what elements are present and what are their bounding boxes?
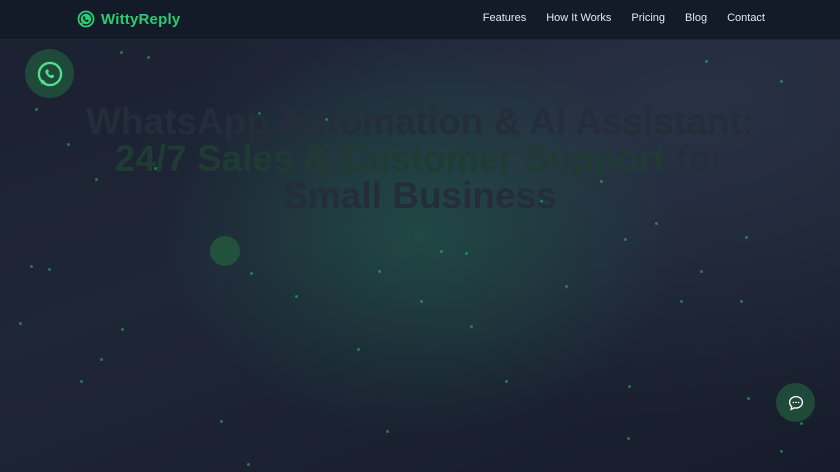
particle-dot: [35, 108, 38, 111]
whatsapp-icon: [77, 10, 95, 28]
particle-dot: [705, 60, 708, 63]
brand-name: WittyReply: [101, 10, 181, 28]
particle-dot: [747, 397, 750, 400]
particle-dot: [378, 270, 381, 273]
particle-dot: [505, 380, 508, 383]
particle-dot: [295, 295, 298, 298]
particle-dot: [565, 285, 568, 288]
particle-dot: [147, 56, 150, 59]
nav-link-blog[interactable]: Blog: [685, 12, 707, 24]
nav-link-pricing[interactable]: Pricing: [631, 12, 665, 24]
decorative-blob: [210, 236, 240, 266]
hero-title: WhatsApp Automation & AI Assistant: 24/7…: [60, 103, 780, 214]
particle-dot: [357, 348, 360, 351]
particle-dot: [628, 385, 631, 388]
particle-dot: [220, 420, 223, 423]
hero-title-highlight: 24/7 Sales & Customer Support: [114, 138, 666, 179]
particle-dot: [250, 272, 253, 275]
nav-link-features[interactable]: Features: [483, 12, 526, 24]
whatsapp-float-button[interactable]: [25, 49, 74, 98]
whatsapp-icon: [37, 61, 62, 86]
hero-title-suffix: for: [665, 138, 726, 179]
brand-logo[interactable]: WittyReply: [77, 10, 180, 28]
chat-widget-button[interactable]: [776, 383, 815, 422]
particle-dot: [700, 270, 703, 273]
particle-dot: [624, 238, 627, 241]
particle-dot: [48, 268, 51, 271]
particle-dot: [655, 222, 658, 225]
particle-dot: [121, 328, 124, 331]
particle-dot: [80, 380, 83, 383]
particle-dot: [627, 437, 630, 440]
particle-dot: [780, 450, 783, 453]
hero-background: [0, 0, 840, 472]
particle-dot: [440, 250, 443, 253]
hero-title-line3: Small Business: [283, 175, 557, 216]
top-navbar: WittyReply Features How It Works Pricing…: [0, 0, 840, 40]
particle-dot: [800, 422, 803, 425]
nav-link-how-it-works[interactable]: How It Works: [546, 12, 611, 24]
main-nav: Features How It Works Pricing Blog Conta…: [483, 12, 765, 24]
particle-dot: [745, 236, 748, 239]
particle-dot: [120, 51, 123, 54]
particle-dot: [386, 430, 389, 433]
particle-dot: [420, 300, 423, 303]
particle-dot: [680, 300, 683, 303]
chat-bubble-icon: [788, 395, 803, 411]
particle-dot: [100, 358, 103, 361]
particle-dot: [30, 265, 33, 268]
particle-dot: [470, 325, 473, 328]
particle-dot: [247, 463, 250, 466]
hero-title-line1: WhatsApp Automation & AI Assistant:: [85, 101, 755, 142]
particle-dot: [740, 300, 743, 303]
particle-dot: [780, 80, 783, 83]
particle-dot: [19, 322, 22, 325]
particle-dot: [465, 252, 468, 255]
nav-link-contact[interactable]: Contact: [727, 12, 765, 24]
